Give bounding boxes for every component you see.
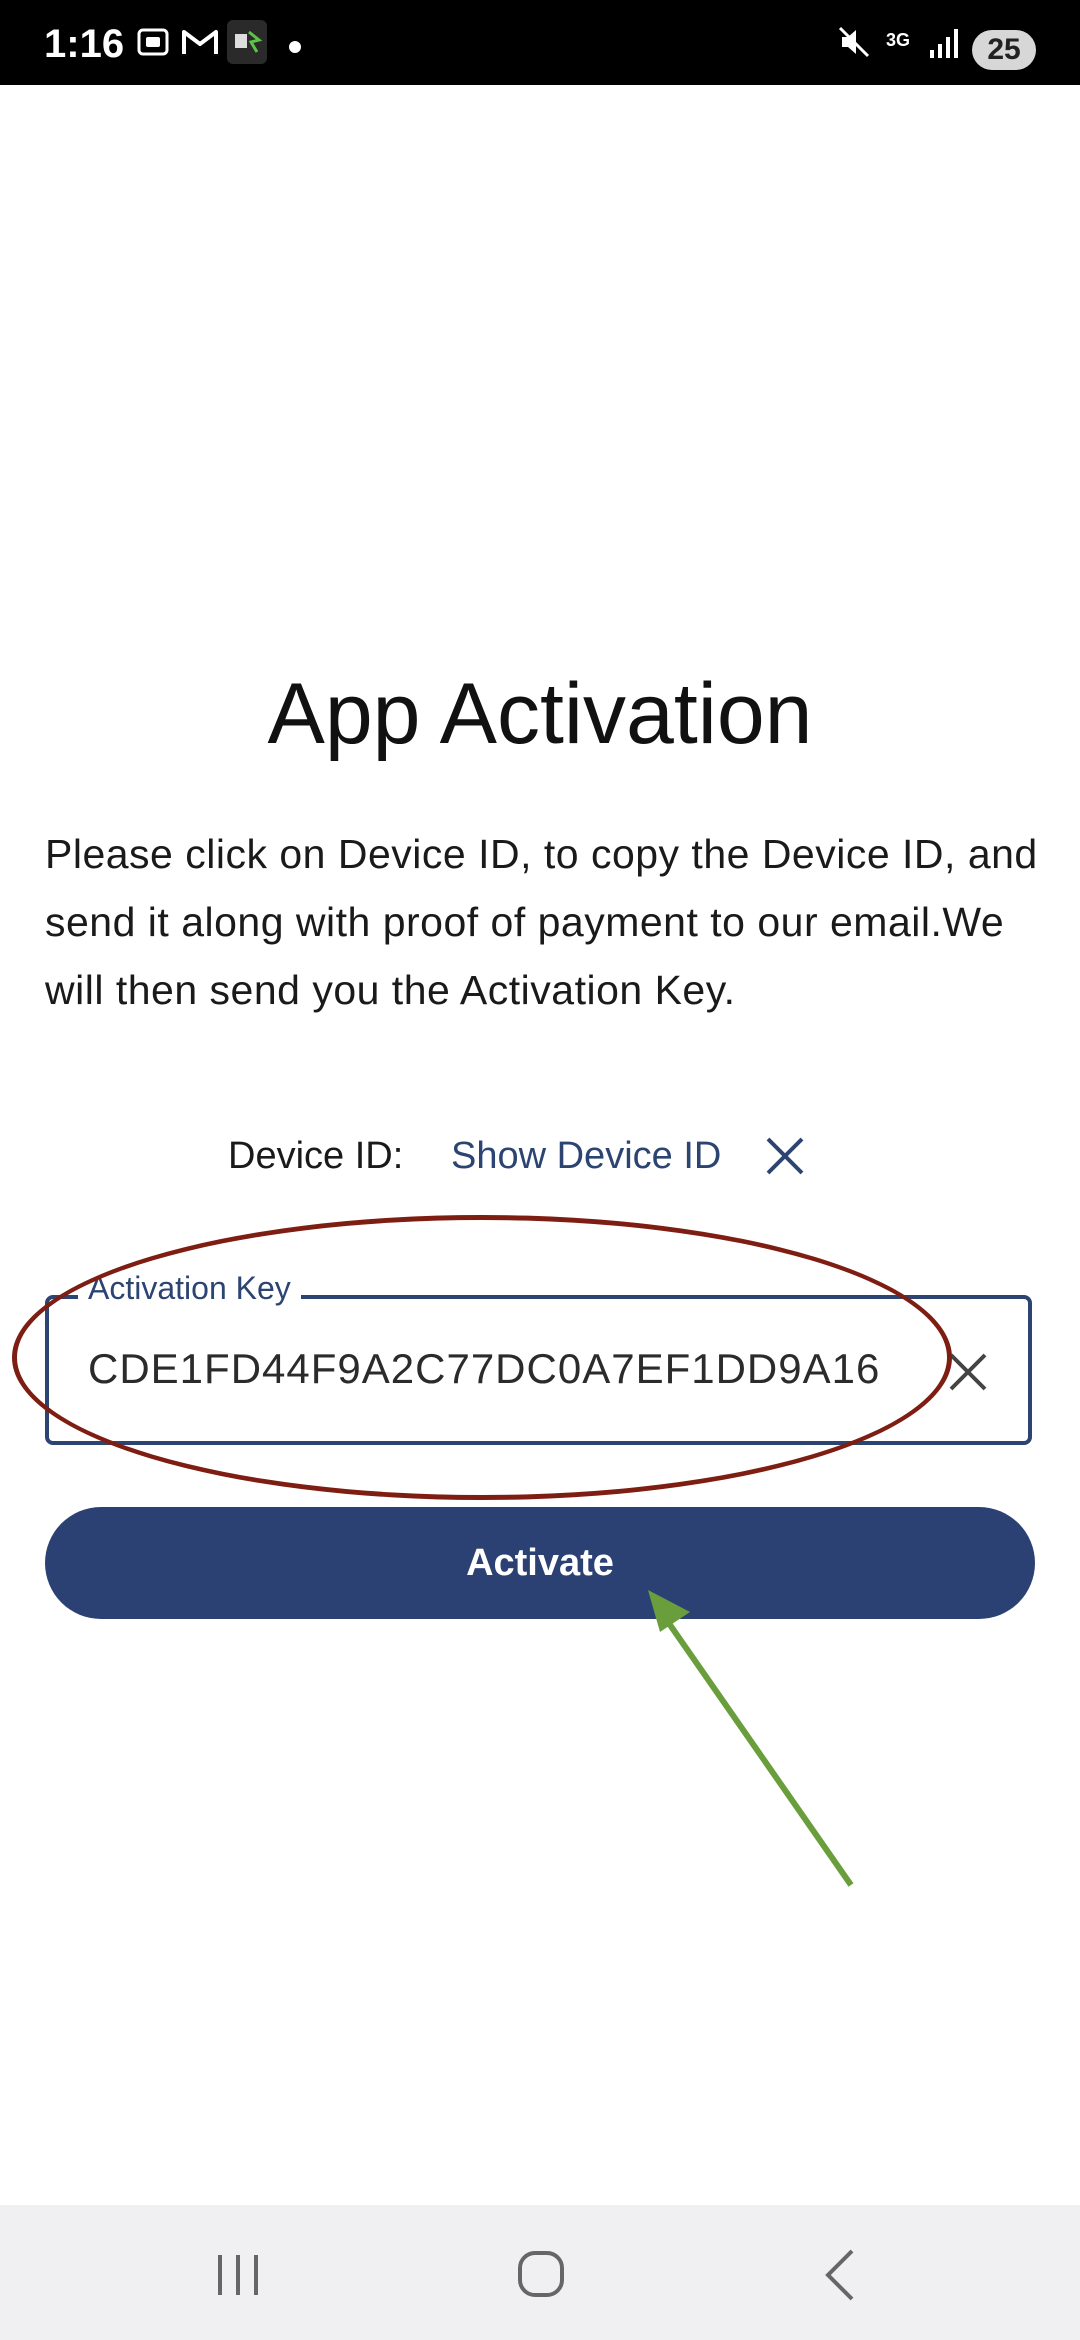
clear-icon[interactable] xyxy=(946,1350,990,1394)
activate-button[interactable]: Activate xyxy=(45,1507,1035,1619)
navigation-bar xyxy=(0,2205,1080,2340)
status-time: 1:16 xyxy=(44,22,125,66)
show-device-id-link[interactable]: Show Device ID xyxy=(451,1135,721,1178)
battery-icon: 25 xyxy=(972,30,1036,70)
screen: 1:16 3G 25 App Activation Please click o… xyxy=(0,0,1080,2340)
close-icon[interactable] xyxy=(762,1133,808,1179)
screenshot-icon xyxy=(135,24,171,65)
status-bar: 1:16 3G 25 xyxy=(0,0,1080,85)
page-title: App Activation xyxy=(267,666,813,762)
recent-apps-icon[interactable] xyxy=(200,2245,280,2305)
gmail-icon xyxy=(180,24,220,65)
network-3g-icon: 3G xyxy=(886,30,911,50)
device-id-label: Device ID: xyxy=(228,1135,404,1177)
home-icon[interactable] xyxy=(500,2245,580,2305)
app-notification-icon xyxy=(227,20,267,69)
mute-icon xyxy=(836,24,872,65)
dot-icon xyxy=(288,40,302,59)
signal-icon xyxy=(928,24,960,65)
activation-instructions: Please click on Device ID, to copy the D… xyxy=(45,831,1038,1013)
annotation-ellipse xyxy=(12,1215,952,1500)
back-icon[interactable] xyxy=(800,2245,880,2305)
